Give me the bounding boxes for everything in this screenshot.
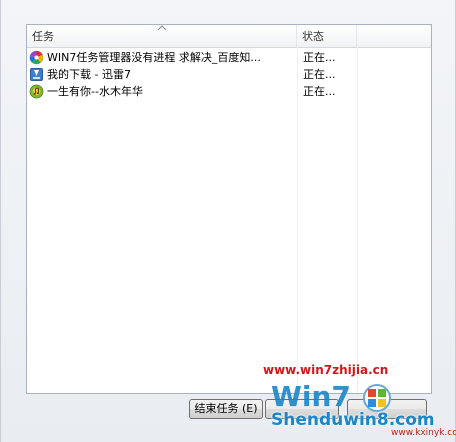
watermark-url: www.win7zhijia.cn — [263, 363, 389, 377]
task-name: WIN7任务管理器没有进程 求解决_百度知... — [47, 51, 261, 64]
column-header-status-label: 状态 — [302, 30, 324, 43]
task-name: 我的下载 - 迅雷7 — [47, 68, 131, 81]
watermark-logo-text: Win7 — [271, 380, 351, 413]
task-manager-applications-panel: 任务 状态 WIN7任务管理器没有进程 求解决_百度知... 正在... 我的下… — [0, 0, 456, 442]
colorful-app-icon — [29, 50, 44, 65]
table-row[interactable]: WIN7任务管理器没有进程 求解决_百度知... 正在... — [27, 49, 431, 66]
table-row[interactable]: 我的下载 - 迅雷7 正在... — [27, 66, 431, 83]
task-name: 一生有你--水木年华 — [47, 85, 143, 98]
end-task-button[interactable]: 结束任务 (E) — [189, 399, 263, 419]
column-header-task[interactable]: 任务 — [27, 25, 297, 47]
end-task-button-label: 结束任务 (E) — [194, 402, 258, 415]
task-list[interactable]: 任务 状态 WIN7任务管理器没有进程 求解决_百度知... 正在... 我的下… — [26, 24, 432, 394]
music-player-icon — [29, 84, 44, 99]
xunlei-download-icon — [30, 68, 43, 81]
task-status: 正在... — [303, 85, 336, 98]
task-status: 正在... — [303, 68, 336, 81]
column-header-status[interactable]: 状态 — [297, 25, 357, 47]
sort-ascending-icon — [157, 25, 167, 31]
list-header: 任务 状态 — [27, 25, 431, 48]
watermark-small-url: www.kxinyk.com — [391, 428, 456, 438]
task-status: 正在... — [303, 51, 336, 64]
table-row[interactable]: 一生有你--水木年华 正在... — [27, 83, 431, 100]
column-header-task-label: 任务 — [32, 30, 54, 43]
watermark-brand: Shenduwin8.com — [271, 410, 435, 430]
